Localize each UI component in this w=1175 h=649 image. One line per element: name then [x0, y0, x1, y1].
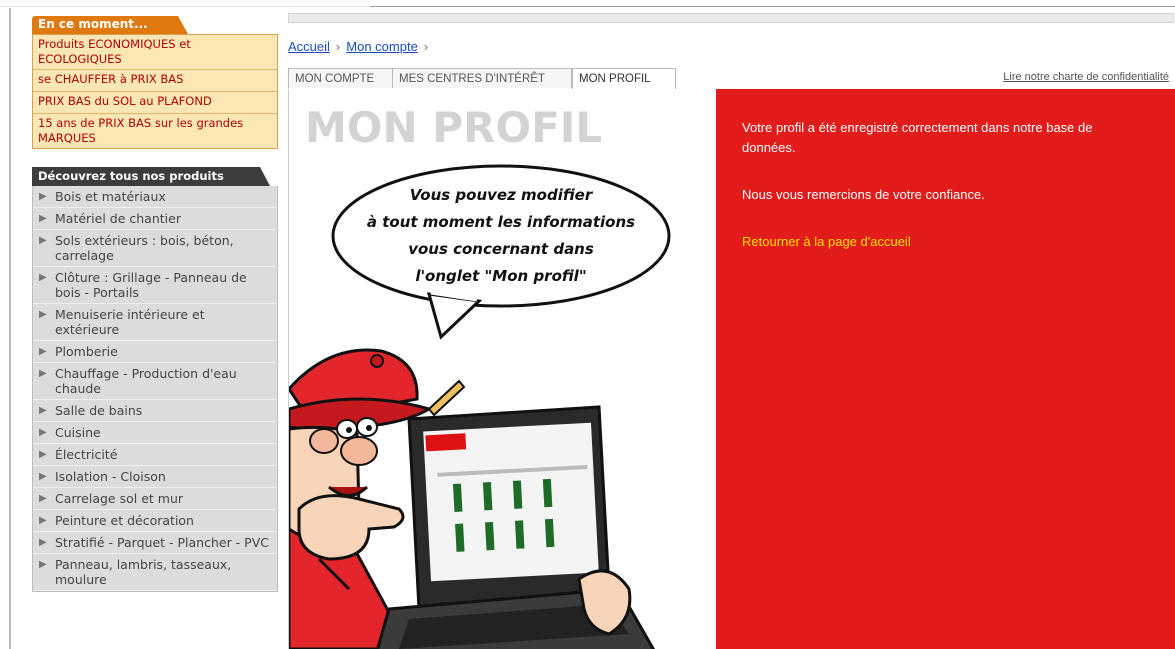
- category-label: Menuiserie intérieure et extérieure: [55, 307, 205, 337]
- account-tabs: MON COMPTE MES CENTRES D'INTÉRÊT MON PRO…: [288, 68, 1174, 89]
- category-item[interactable]: ▶ Carrelage sol et mur: [33, 488, 277, 510]
- header-bar: [288, 13, 1174, 23]
- laptop-illustration: [376, 405, 656, 649]
- speech-bubble: Vous pouvez modifier à tout moment les i…: [331, 164, 671, 340]
- promo-list: Produits ECONOMIQUES et ECOLOGIQUES se C…: [32, 34, 278, 149]
- triangle-right-icon: ▶: [39, 368, 47, 379]
- categories-header-label: Découvrez tous nos produits: [38, 169, 224, 183]
- category-item[interactable]: ▶ Panneau, lambris, tasseaux, moulure: [33, 554, 277, 591]
- category-item[interactable]: ▶ Clôture : Grillage - Panneau de bois - …: [33, 267, 277, 304]
- breadcrumb-separator: ›: [423, 39, 429, 54]
- triangle-right-icon: ▶: [39, 346, 47, 357]
- category-item[interactable]: ▶ Plomberie: [33, 341, 277, 363]
- breadcrumb: Accueil › Mon compte ›: [288, 39, 434, 54]
- tab-my-profile[interactable]: MON PROFIL: [572, 68, 676, 89]
- category-label: Électricité: [55, 447, 118, 462]
- category-label: Carrelage sol et mur: [55, 491, 184, 506]
- category-label: Peinture et décoration: [55, 513, 194, 528]
- category-item[interactable]: ▶ Stratifié - Parquet - Plancher - PVC: [33, 532, 277, 554]
- category-label: Salle de bains: [55, 403, 143, 418]
- category-label: Sols extérieurs : bois, béton, carrelage: [55, 233, 234, 263]
- category-label: Stratifié - Parquet - Plancher - PVC: [55, 535, 269, 550]
- return-home-link[interactable]: Retourner à la page d'accueil: [742, 234, 911, 249]
- triangle-right-icon: ▶: [39, 449, 47, 460]
- triangle-right-icon: ▶: [39, 427, 47, 438]
- breadcrumb-separator: ›: [335, 39, 341, 54]
- category-item[interactable]: ▶ Sols extérieurs : bois, béton, carrelag…: [33, 230, 277, 267]
- profile-saved-message: Votre profil a été enregistré correcteme…: [742, 120, 1093, 155]
- triangle-right-icon: ▶: [39, 213, 47, 224]
- promo-link-eco[interactable]: Produits ECONOMIQUES et ECOLOGIQUES: [33, 35, 277, 70]
- category-item[interactable]: ▶ Matériel de chantier: [33, 208, 277, 230]
- category-item[interactable]: ▶ Cuisine: [33, 422, 277, 444]
- bubble-line-1: Vous pouvez modifier: [410, 186, 594, 204]
- category-item[interactable]: ▶ Bois et matériaux: [33, 186, 277, 208]
- triangle-right-icon: ▶: [39, 405, 47, 416]
- category-label: Bois et matériaux: [55, 189, 166, 204]
- promo-link-brands[interactable]: 15 ans de PRIX BAS sur les grandes MARQU…: [33, 114, 277, 148]
- triangle-right-icon: ▶: [39, 537, 47, 548]
- triangle-right-icon: ▶: [39, 272, 47, 283]
- promo-header-label: En ce moment...: [38, 17, 148, 31]
- category-item[interactable]: ▶ Peinture et décoration: [33, 510, 277, 532]
- mascot-illustration: Vous pouvez modifier à tout moment les i…: [289, 164, 671, 649]
- category-label: Plomberie: [55, 344, 118, 359]
- bubble-line-2: à tout moment les informations: [367, 213, 635, 231]
- category-item[interactable]: ▶ Salle de bains: [33, 400, 277, 422]
- triangle-right-icon: ▶: [39, 309, 47, 320]
- bubble-line-3: vous concernant dans: [408, 240, 594, 258]
- category-item[interactable]: ▶ Isolation - Cloison: [33, 466, 277, 488]
- category-label: Chauffage - Production d'eau chaude: [55, 366, 237, 396]
- breadcrumb-home-link[interactable]: Accueil: [288, 39, 330, 54]
- page-left-border: [9, 8, 11, 649]
- confirmation-panel: Votre profil a été enregistré correcteme…: [716, 89, 1175, 649]
- breadcrumb-account-link[interactable]: Mon compte: [346, 39, 418, 54]
- category-item[interactable]: ▶ Chauffage - Production d'eau chaude: [33, 363, 277, 400]
- triangle-right-icon: ▶: [39, 191, 47, 202]
- top-rule: [0, 0, 1175, 7]
- category-label: Panneau, lambris, tasseaux, moulure: [55, 557, 232, 587]
- triangle-right-icon: ▶: [39, 235, 47, 246]
- bubble-line-4: l'onglet "Mon profil": [415, 267, 586, 285]
- promo-link-heating[interactable]: se CHAUFFER à PRIX BAS: [33, 70, 277, 92]
- category-item[interactable]: ▶ Électricité: [33, 444, 277, 466]
- tab-my-interests[interactable]: MES CENTRES D'INTÉRÊT: [392, 68, 572, 88]
- profile-illustration-panel: MON PROFIL Vous pouvez modifier à tout m…: [288, 89, 717, 649]
- sidebar: En ce moment... Produits ECONOMIQUES et …: [32, 16, 278, 592]
- category-label: Matériel de chantier: [55, 211, 181, 226]
- categories-header-tab: Découvrez tous nos produits: [32, 167, 278, 186]
- category-item[interactable]: ▶ Menuiserie intérieure et extérieure: [33, 304, 277, 341]
- promo-link-floor-ceiling[interactable]: PRIX BAS du SOL au PLAFOND: [33, 92, 277, 114]
- triangle-right-icon: ▶: [39, 471, 47, 482]
- tab-my-account[interactable]: MON COMPTE: [288, 68, 394, 88]
- category-label: Cuisine: [55, 425, 101, 440]
- category-label: Isolation - Cloison: [55, 469, 166, 484]
- triangle-right-icon: ▶: [39, 559, 47, 570]
- triangle-right-icon: ▶: [39, 515, 47, 526]
- promo-header-tab: En ce moment...: [32, 16, 278, 34]
- category-list: ▶ Bois et matériaux ▶ Matériel de chantier…: [32, 186, 278, 592]
- category-label: Clôture : Grillage - Panneau de bois - P…: [55, 270, 247, 300]
- triangle-right-icon: ▶: [39, 493, 47, 504]
- thanks-message: Nous vous remercions de votre confiance.: [742, 187, 985, 202]
- privacy-policy-link[interactable]: Lire notre charte de confidentialité: [1003, 71, 1169, 83]
